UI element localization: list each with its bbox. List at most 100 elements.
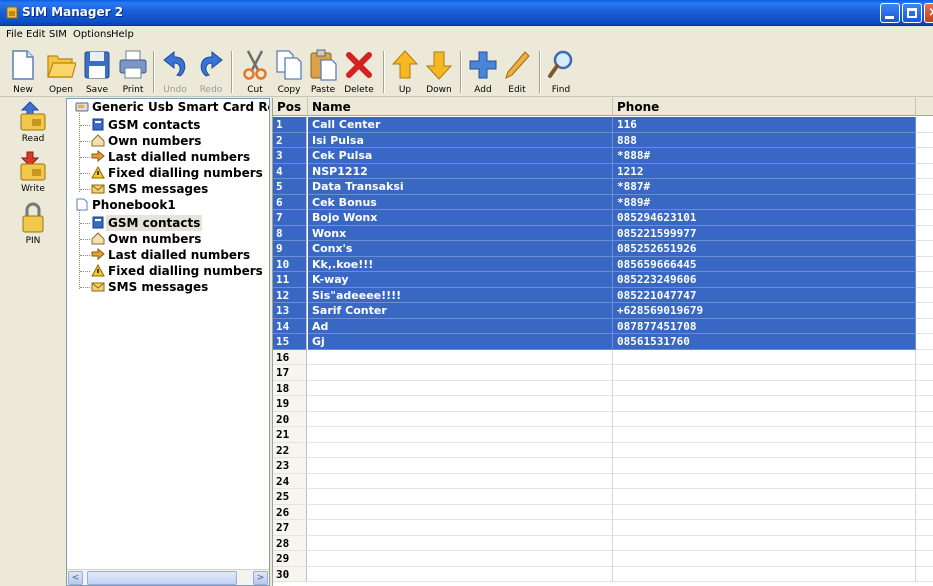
menu-options[interactable]: Options — [73, 29, 112, 40]
row-phone-cell[interactable] — [613, 489, 916, 505]
new-button[interactable]: New — [6, 48, 40, 96]
row-phone-cell[interactable] — [613, 349, 916, 365]
table-row[interactable]: 4 NSP1212 1212 — [273, 163, 933, 179]
row-phone-cell[interactable] — [613, 504, 916, 520]
pin-button[interactable]: PIN — [8, 202, 58, 250]
write-sim-button[interactable]: Write — [8, 150, 58, 198]
table-row[interactable]: 21 — [273, 427, 933, 443]
table-row[interactable]: 17 — [273, 365, 933, 381]
table-row[interactable]: 22 — [273, 442, 933, 458]
row-name-cell[interactable]: Ad — [308, 318, 613, 334]
menu-edit[interactable]: Edit — [26, 29, 45, 40]
table-row[interactable]: 8 Wonx 085221599977 — [273, 225, 933, 241]
row-name-cell[interactable] — [308, 489, 613, 505]
row-name-cell[interactable] — [308, 396, 613, 412]
row-phone-cell[interactable]: 085252651926 — [613, 241, 916, 257]
row-name-cell[interactable]: Sarif Conter — [308, 303, 613, 319]
menu-file[interactable]: File — [6, 29, 23, 40]
row-phone-cell[interactable]: 087877451708 — [613, 318, 916, 334]
row-name-cell[interactable] — [308, 504, 613, 520]
table-row[interactable]: 9 Conx's 085252651926 — [273, 241, 933, 257]
table-row[interactable]: 23 — [273, 458, 933, 474]
row-name-cell[interactable]: Sis"adeeee!!!! — [308, 287, 613, 303]
sim-tree-view[interactable]: Generic Usb Smart Card Rea GSM contacts … — [66, 98, 270, 586]
row-phone-cell[interactable] — [613, 520, 916, 536]
close-button[interactable]: × — [924, 3, 933, 23]
table-row[interactable]: 2 Isi Pulsa 888 — [273, 132, 933, 148]
row-phone-cell[interactable]: *889# — [613, 194, 916, 210]
table-row[interactable]: 14 Ad 087877451708 — [273, 318, 933, 334]
row-name-cell[interactable]: Data Transaksi — [308, 179, 613, 195]
row-phone-cell[interactable]: 085659666445 — [613, 256, 916, 272]
row-name-cell[interactable]: Cek Pulsa — [308, 148, 613, 164]
row-name-cell[interactable]: Call Center — [308, 117, 613, 133]
table-row[interactable]: 3 Cek Pulsa *888# — [273, 148, 933, 164]
table-row[interactable]: 15 Gj 08561531760 — [273, 334, 933, 350]
table-row[interactable]: 11 K-way 085223249606 — [273, 272, 933, 288]
row-phone-cell[interactable] — [613, 365, 916, 381]
scroll-thumb[interactable] — [87, 571, 237, 585]
save-button[interactable]: Save — [80, 48, 114, 96]
table-row[interactable]: 12 Sis"adeeee!!!! 085221047747 — [273, 287, 933, 303]
table-row[interactable]: 29 — [273, 551, 933, 567]
scroll-right-arrow[interactable]: > — [253, 571, 268, 585]
row-name-cell[interactable] — [308, 520, 613, 536]
row-phone-cell[interactable] — [613, 535, 916, 551]
row-name-cell[interactable] — [308, 380, 613, 396]
row-name-cell[interactable]: K-way — [308, 272, 613, 288]
row-phone-cell[interactable]: 085221599977 — [613, 225, 916, 241]
table-row[interactable]: 26 — [273, 504, 933, 520]
row-name-cell[interactable]: Gj — [308, 334, 613, 350]
row-name-cell[interactable] — [308, 411, 613, 427]
table-row[interactable]: 10 Kk,.koe!!! 085659666445 — [273, 256, 933, 272]
table-row[interactable]: 28 — [273, 535, 933, 551]
table-row[interactable]: 25 — [273, 489, 933, 505]
table-row[interactable]: 30 — [273, 566, 933, 582]
row-phone-cell[interactable]: 1212 — [613, 163, 916, 179]
row-phone-cell[interactable]: 085294623101 — [613, 210, 916, 226]
row-phone-cell[interactable]: 116 — [613, 117, 916, 133]
table-row[interactable]: 1 Call Center 116 — [273, 117, 933, 133]
open-button[interactable]: Open — [44, 48, 78, 96]
row-name-cell[interactable]: Kk,.koe!!! — [308, 256, 613, 272]
row-name-cell[interactable] — [308, 458, 613, 474]
table-row[interactable]: 5 Data Transaksi *887# — [273, 179, 933, 195]
find-button[interactable]: Find — [544, 48, 578, 96]
table-row[interactable]: 27 — [273, 520, 933, 536]
row-phone-cell[interactable] — [613, 396, 916, 412]
table-row[interactable]: 19 — [273, 396, 933, 412]
row-name-cell[interactable] — [308, 442, 613, 458]
row-phone-cell[interactable] — [613, 380, 916, 396]
row-name-cell[interactable] — [308, 473, 613, 489]
row-phone-cell[interactable] — [613, 551, 916, 567]
down-button[interactable]: Down — [422, 48, 456, 96]
row-name-cell[interactable]: Conx's — [308, 241, 613, 257]
row-phone-cell[interactable]: 085223249606 — [613, 272, 916, 288]
row-name-cell[interactable] — [308, 365, 613, 381]
row-name-cell[interactable]: Cek Bonus — [308, 194, 613, 210]
row-name-cell[interactable] — [308, 551, 613, 567]
delete-button[interactable]: Delete — [342, 48, 376, 96]
column-header-pos[interactable]: Pos — [273, 98, 308, 116]
table-row[interactable]: 20 — [273, 411, 933, 427]
table-row[interactable]: 7 Bojo Wonx 085294623101 — [273, 210, 933, 226]
maximize-button[interactable] — [902, 3, 922, 23]
row-name-cell[interactable]: NSP1212 — [308, 163, 613, 179]
menu-help[interactable]: Help — [111, 29, 134, 40]
redo-button[interactable]: Redo — [194, 48, 228, 96]
row-phone-cell[interactable] — [613, 411, 916, 427]
table-row[interactable]: 16 — [273, 349, 933, 365]
row-name-cell[interactable]: Bojo Wonx — [308, 210, 613, 226]
paste-button[interactable]: Paste — [306, 48, 340, 96]
table-row[interactable]: 13 Sarif Conter +628569019679 — [273, 303, 933, 319]
row-phone-cell[interactable]: +628569019679 — [613, 303, 916, 319]
print-button[interactable]: Print — [116, 48, 150, 96]
row-name-cell[interactable]: Wonx — [308, 225, 613, 241]
row-phone-cell[interactable] — [613, 442, 916, 458]
row-phone-cell[interactable]: *888# — [613, 148, 916, 164]
row-phone-cell[interactable]: 08561531760 — [613, 334, 916, 350]
table-row[interactable]: 18 — [273, 380, 933, 396]
column-header-phone[interactable]: Phone — [613, 98, 916, 116]
row-phone-cell[interactable]: 888 — [613, 132, 916, 148]
undo-button[interactable]: Undo — [158, 48, 192, 96]
